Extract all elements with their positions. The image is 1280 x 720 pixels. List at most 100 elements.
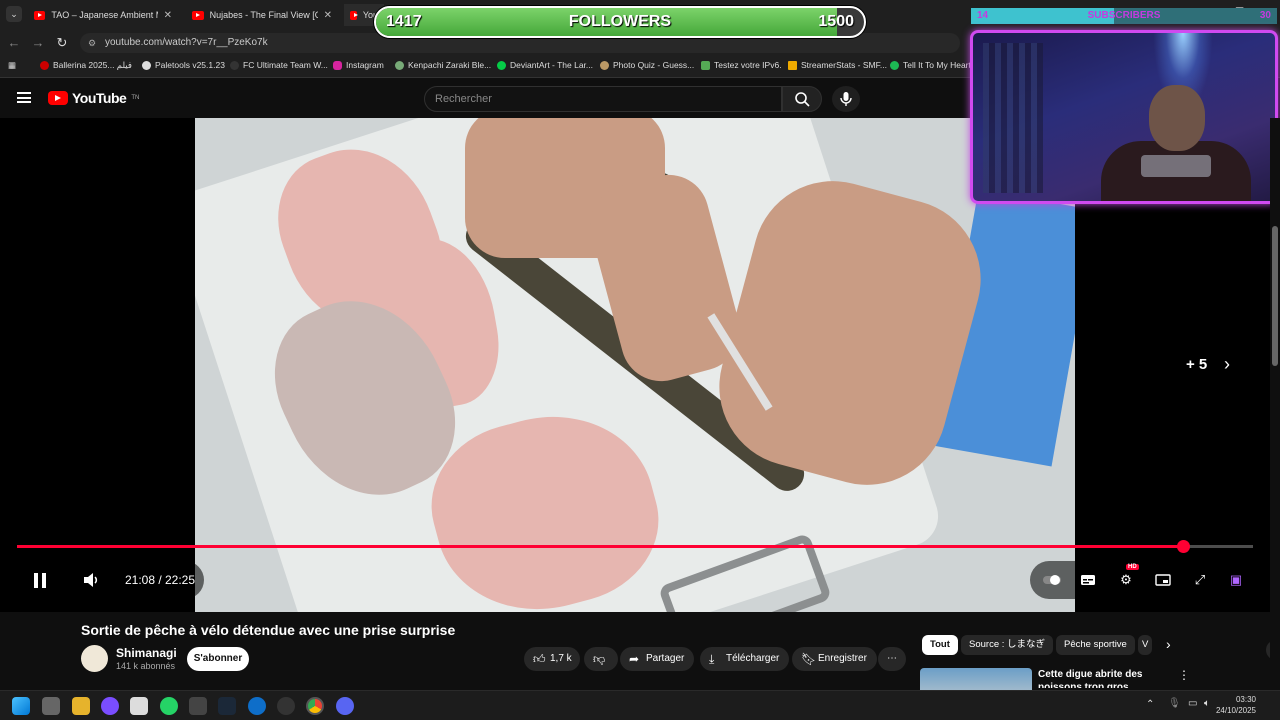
more-videos-count[interactable]: + 5 xyxy=(1186,356,1207,373)
recommendation-thumbnail[interactable] xyxy=(920,668,1032,690)
app-blue-icon[interactable] xyxy=(248,697,266,715)
bookmark-deviantart[interactable]: DeviantArt - The Lar... xyxy=(497,60,593,70)
subscribe-button[interactable]: S'abonner xyxy=(187,647,249,671)
back-icon[interactable]: ← xyxy=(6,35,22,51)
voice-search-button[interactable] xyxy=(832,86,860,112)
scrollbar-thumb[interactable] xyxy=(1272,226,1278,366)
chips-next-chevron-icon[interactable]: › xyxy=(1166,636,1171,652)
bookmark-ballerina[interactable]: Ballerina 2025... فيلم xyxy=(40,60,132,71)
search-placeholder: Rechercher xyxy=(435,93,492,105)
speaker-icon[interactable]: 🔈︎ xyxy=(1204,698,1210,709)
tab-search-chevron-icon[interactable]: ⌄ xyxy=(6,6,22,22)
bookmark-label: Testez votre IPv6. xyxy=(714,60,782,70)
file-explorer-icon[interactable] xyxy=(72,697,90,715)
page-scrollbar[interactable] xyxy=(1270,118,1280,690)
youtube-favicon-icon xyxy=(192,10,204,20)
app-cube-icon[interactable] xyxy=(189,697,207,715)
progress-played xyxy=(17,545,1183,548)
progress-bar[interactable] xyxy=(17,540,1253,553)
bookmark-label: Paletools v25.1.23 xyxy=(155,60,225,70)
download-icon: ⤓ xyxy=(709,652,715,666)
webcam-background xyxy=(983,43,1043,193)
extension-icon[interactable]: ▣ xyxy=(1228,572,1244,588)
app-circle-icon[interactable] xyxy=(101,697,119,715)
video-title: Sortie de pêche à vélo détendue avec une… xyxy=(81,622,456,638)
whatsapp-icon[interactable] xyxy=(160,697,178,715)
followers-goal: 1500 xyxy=(818,13,854,30)
youtube-logo[interactable]: YouTube TN xyxy=(48,90,139,106)
close-tab-icon[interactable]: ✕ xyxy=(164,10,172,21)
apps-grid-icon[interactable]: ▦ xyxy=(8,60,16,71)
bookmark-label: DeviantArt - The Lar... xyxy=(510,60,593,70)
task-view-icon[interactable] xyxy=(42,697,60,715)
more-actions-button[interactable]: ⋯ xyxy=(878,647,906,671)
tab-nujabes[interactable]: Nujabes - The Final View [Offici ✕ xyxy=(186,4,338,26)
app-window-icon[interactable] xyxy=(130,697,148,715)
fullscreen-button[interactable]: ⤢ xyxy=(1192,572,1208,588)
search-button[interactable] xyxy=(782,86,822,112)
windows-start-icon[interactable] xyxy=(12,697,30,715)
channel-name[interactable]: Shimanagi xyxy=(116,646,177,660)
search-icon xyxy=(795,92,810,107)
close-tab-icon[interactable]: ✕ xyxy=(324,10,332,21)
bookmark-kenpachi[interactable]: Kenpachi Zaraki Ble... xyxy=(395,60,491,70)
reload-icon[interactable]: ↻ xyxy=(54,35,70,51)
chrome-icon[interactable] xyxy=(306,697,324,715)
pause-icon xyxy=(42,573,46,588)
bookmark-tell-it[interactable]: Tell It To My Heart xyxy=(890,60,971,70)
save-label: Enregistrer xyxy=(818,653,867,664)
bookmark-favicon-icon xyxy=(395,60,404,70)
subscribers-goal: 30 xyxy=(1259,10,1271,21)
tray-chevron-up-icon[interactable]: ⌃ xyxy=(1146,699,1154,710)
channel-avatar[interactable] xyxy=(81,645,108,672)
discord-icon[interactable] xyxy=(336,697,354,715)
bookmark-icon: 🔖︎ xyxy=(801,652,817,666)
autoplay-toggle[interactable] xyxy=(1042,572,1062,588)
app-gear-icon[interactable] xyxy=(277,697,295,715)
youtube-play-icon xyxy=(48,91,68,105)
bookmark-label: Tell It To My Heart xyxy=(903,60,971,70)
bookmark-instagram[interactable]: Instagram xyxy=(333,60,384,70)
followers-label: FOLLOWERS xyxy=(568,13,672,30)
youtube-favicon-icon xyxy=(350,10,358,20)
share-button[interactable]: ➦ Partager xyxy=(620,647,695,671)
steam-icon[interactable] xyxy=(218,697,236,715)
progress-scrubber[interactable] xyxy=(1176,540,1190,553)
forward-icon[interactable]: → xyxy=(30,35,46,51)
settings-button[interactable]: ⚙ xyxy=(1118,572,1134,588)
bookmark-fc-ultimate[interactable]: FC Ultimate Team W... xyxy=(230,60,328,70)
chip-more[interactable]: V xyxy=(1138,635,1152,655)
chip-sport-fishing[interactable]: Pêche sportive xyxy=(1056,635,1135,655)
chip-all[interactable]: Tout xyxy=(922,635,958,655)
url-text: youtube.com/watch?v=7r__PzeKo7k xyxy=(105,37,268,48)
search-input[interactable]: Rechercher xyxy=(424,86,782,112)
checkbox-icon xyxy=(701,60,710,70)
volume-button[interactable] xyxy=(72,561,108,599)
download-button[interactable]: ⤓ Télécharger xyxy=(700,647,790,671)
network-icon[interactable]: ▭ xyxy=(1188,698,1197,709)
save-button[interactable]: 🔖︎ Enregistrer xyxy=(792,647,877,671)
microphone-tray-icon[interactable]: 🎙︎ xyxy=(1168,698,1181,709)
recommendation-menu-icon[interactable]: ⋮ xyxy=(1178,668,1190,682)
subscribers-label: SUBSCRIBERS xyxy=(1087,10,1161,21)
recommendation-title[interactable]: Cette digue abrite des poissons trop gro… xyxy=(1038,668,1178,688)
chip-source[interactable]: Source : しまなぎ xyxy=(961,635,1054,655)
bookmark-streamerstats[interactable]: StreamerStats - SMF... xyxy=(788,60,887,70)
clock-time: 03:30 xyxy=(1235,695,1256,704)
like-button[interactable]: 👍︎ 1,7 k xyxy=(524,647,580,671)
miniplayer-button[interactable] xyxy=(1155,572,1171,588)
clock-date: 24/10/2025 xyxy=(1215,706,1256,715)
miniplayer-icon xyxy=(1155,574,1171,586)
bookmark-ipv6[interactable]: Testez votre IPv6. xyxy=(701,60,782,70)
chevron-right-icon[interactable]: › xyxy=(1224,354,1230,375)
system-clock[interactable]: 03:30 24/10/2025 xyxy=(1216,694,1256,716)
bookmark-paletools[interactable]: Paletools v25.1.23 xyxy=(142,60,225,70)
site-info-icon[interactable]: ⚙ xyxy=(88,33,96,53)
dislike-button[interactable]: 👎︎ xyxy=(584,647,618,671)
bookmark-photo-quiz[interactable]: Photo Quiz - Guess... xyxy=(600,60,694,70)
pause-button[interactable] xyxy=(17,561,63,599)
more-horizontal-icon: ⋯ xyxy=(887,653,897,664)
tab-tao-ambient[interactable]: TAO – Japanese Ambient Music ✕ xyxy=(28,4,178,26)
menu-icon[interactable] xyxy=(17,92,31,103)
subtitles-button[interactable] xyxy=(1080,572,1096,588)
